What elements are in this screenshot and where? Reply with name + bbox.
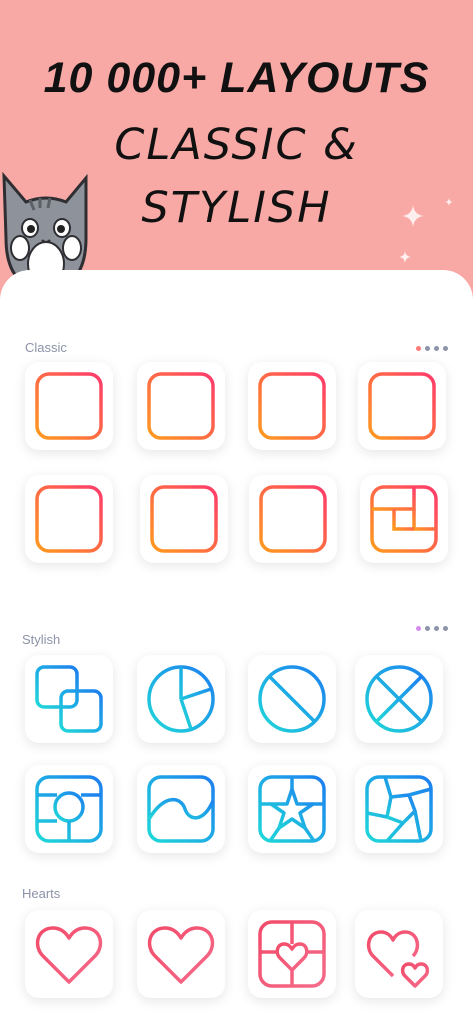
frame-heart-icon[interactable] (248, 910, 336, 998)
sparkle-small-icon (399, 251, 411, 263)
headline: 10 000+ LAYOUTS (43, 54, 430, 102)
layout-two-vertical-icon[interactable] (137, 362, 225, 450)
layout-single-icon[interactable] (25, 362, 113, 450)
circle-x-icon[interactable] (355, 655, 443, 743)
section-title-stylish: Stylish (22, 632, 61, 647)
layout-pinwheel-icon[interactable] (360, 475, 448, 563)
page-dot[interactable] (443, 346, 448, 351)
overlap-squares-icon[interactable] (25, 655, 113, 743)
classic-page-dots[interactable] (416, 346, 448, 351)
page-dot[interactable] (443, 626, 448, 631)
layout-grid-mixed-icon[interactable] (249, 475, 337, 563)
double-heart-icon[interactable] (355, 910, 443, 998)
layout-grid-four-icon[interactable] (140, 475, 228, 563)
page-dot[interactable] (425, 346, 430, 351)
page-dot-active[interactable] (416, 346, 421, 351)
page-dot-active[interactable] (416, 626, 421, 631)
page-dot[interactable] (434, 626, 439, 631)
hero-banner: 10 000+ LAYOUTS CLASSIC & STYLISH (0, 0, 473, 300)
page-dot[interactable] (425, 626, 430, 631)
heart-split-icon[interactable] (137, 910, 225, 998)
sparkle-icon (402, 205, 424, 227)
subline-classic: CLASSIC & (114, 120, 359, 170)
circle-pie-icon[interactable] (137, 655, 225, 743)
stylish-page-dots[interactable] (416, 626, 448, 631)
layout-three-vertical-icon[interactable] (358, 362, 446, 450)
frame-circle-icon[interactable] (25, 765, 113, 853)
layout-two-horizontal-icon[interactable] (248, 362, 336, 450)
frame-star-icon[interactable] (248, 765, 336, 853)
frame-wave-icon[interactable] (137, 765, 225, 853)
section-title-classic: Classic (25, 340, 67, 355)
page-dot[interactable] (434, 346, 439, 351)
layout-grid-t-icon[interactable] (25, 475, 113, 563)
circle-diagonal-icon[interactable] (248, 655, 336, 743)
sparkle-tiny-icon (445, 198, 453, 206)
frame-aperture-icon[interactable] (355, 765, 443, 853)
heart-icon[interactable] (25, 910, 113, 998)
section-title-hearts: Hearts (22, 886, 61, 901)
